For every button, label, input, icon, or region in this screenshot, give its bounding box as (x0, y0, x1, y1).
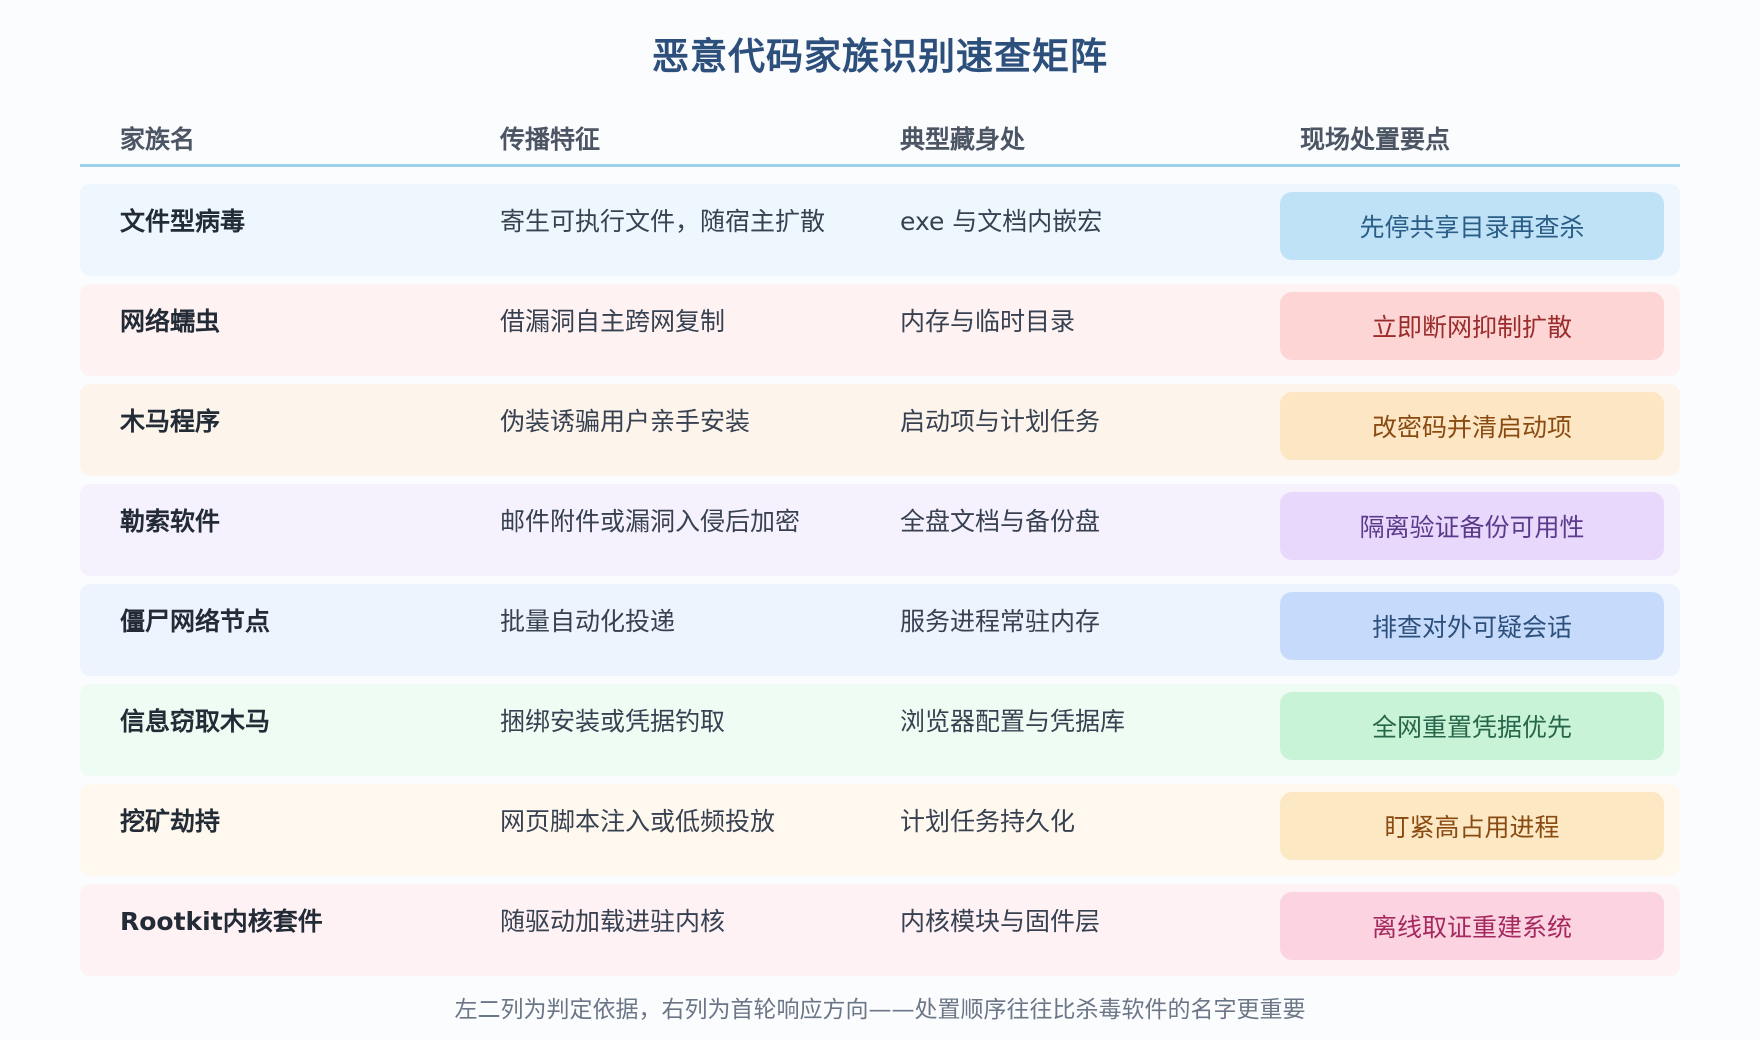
spread-text: 批量自动化投递 (500, 607, 676, 636)
table-row: 文件型病毒 寄生可执行文件，随宿主扩散 exe 与文档内嵌宏 先停共享目录再查杀 (80, 184, 1680, 276)
family-name: 木马程序 (120, 407, 221, 436)
action-badge: 改密码并清启动项 (1280, 392, 1664, 460)
action-badge: 隔离验证备份可用性 (1280, 492, 1664, 560)
family-name: 网络蠕虫 (120, 307, 221, 336)
page-title: 恶意代码家族识别速查矩阵 (652, 35, 1108, 78)
action-badge: 排查对外可疑会话 (1280, 592, 1664, 660)
spread-text: 邮件附件或漏洞入侵后加密 (500, 507, 801, 536)
hideout-text: 浏览器配置与凭据库 (900, 707, 1126, 736)
hideout-text: 内存与临时目录 (900, 307, 1076, 336)
family-name: 僵尸网络节点 (120, 607, 271, 636)
hideout-text: 全盘文档与备份盘 (900, 507, 1101, 536)
hideout-text: 服务进程常驻内存 (900, 607, 1101, 636)
family-name: 信息窃取木马 (120, 707, 271, 736)
table-row: 挖矿劫持 网页脚本注入或低频投放 计划任务持久化 盯紧高占用进程 (80, 784, 1680, 876)
hideout-text: exe 与文档内嵌宏 (900, 207, 1103, 236)
action-badge: 离线取证重建系统 (1280, 892, 1664, 960)
family-name: 文件型病毒 (120, 207, 246, 236)
family-name: Rootkit内核套件 (120, 907, 323, 936)
hideout-text: 计划任务持久化 (900, 807, 1076, 836)
table-row: 勒索软件 邮件附件或漏洞入侵后加密 全盘文档与备份盘 隔离验证备份可用性 (80, 484, 1680, 576)
spread-text: 借漏洞自主跨网复制 (500, 307, 726, 336)
spread-text: 捆绑安装或凭据钓取 (500, 707, 726, 736)
action-badge: 盯紧高占用进程 (1280, 792, 1664, 860)
column-header-family: 家族名 (120, 125, 196, 154)
hideout-text: 启动项与计划任务 (900, 407, 1101, 436)
hideout-text: 内核模块与固件层 (900, 907, 1101, 936)
footnote: 左二列为判定依据，右列为首轮响应方向——处置顺序往往比杀毒软件的名字更重要 (454, 997, 1306, 1023)
column-header-action: 现场处置要点 (1300, 125, 1451, 154)
column-header-hideout: 典型藏身处 (900, 125, 1026, 154)
table-row: 木马程序 伪装诱骗用户亲手安装 启动项与计划任务 改密码并清启动项 (80, 384, 1680, 476)
family-name: 挖矿劫持 (120, 807, 221, 836)
spread-text: 伪装诱骗用户亲手安装 (500, 407, 751, 436)
table-header: 家族名 传播特征 典型藏身处 现场处置要点 (80, 112, 1680, 167)
column-header-spread: 传播特征 (500, 125, 601, 154)
table-row: Rootkit内核套件 随驱动加载进驻内核 内核模块与固件层 离线取证重建系统 (80, 884, 1680, 976)
action-badge: 立即断网抑制扩散 (1280, 292, 1664, 360)
table-row: 僵尸网络节点 批量自动化投递 服务进程常驻内存 排查对外可疑会话 (80, 584, 1680, 676)
spread-text: 网页脚本注入或低频投放 (500, 807, 776, 836)
spread-text: 随驱动加载进驻内核 (500, 907, 726, 936)
family-name: 勒索软件 (120, 507, 221, 536)
action-badge: 先停共享目录再查杀 (1280, 192, 1664, 260)
table-row: 网络蠕虫 借漏洞自主跨网复制 内存与临时目录 立即断网抑制扩散 (80, 284, 1680, 376)
spread-text: 寄生可执行文件，随宿主扩散 (500, 207, 826, 236)
action-badge: 全网重置凭据优先 (1280, 692, 1664, 760)
table-row: 信息窃取木马 捆绑安装或凭据钓取 浏览器配置与凭据库 全网重置凭据优先 (80, 684, 1680, 776)
